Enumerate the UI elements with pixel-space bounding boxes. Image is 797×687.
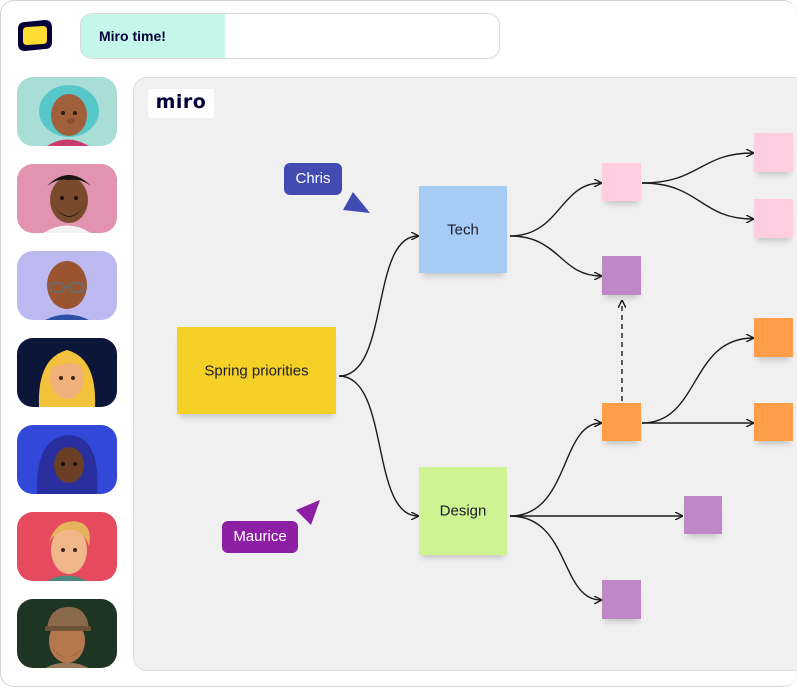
sticky-tech[interactable]: Tech [419,186,507,273]
sticky-note-violet[interactable] [684,496,722,534]
connector-tech-pink [509,183,601,237]
sticky-note-violet[interactable] [602,256,641,295]
sticky-spring-priorities[interactable]: Spring priorities [177,327,336,414]
sticky-label: Tech [447,221,479,238]
sticky-label: Spring priorities [204,362,309,379]
connector-layer [338,0,797,687]
sticky-note-orange[interactable] [602,403,641,441]
sticky-label: Design [439,502,487,520]
connector-pink-2 [641,182,753,219]
connector-pink-1 [641,153,753,184]
cursor-label-chris: Chris [284,163,342,195]
sticky-note-orange[interactable] [754,403,793,441]
cursor-label-maurice: Maurice [222,521,298,553]
sticky-design[interactable]: Design [419,467,507,555]
sticky-note-pink[interactable] [754,133,793,172]
connector-orange-1 [641,338,753,424]
connector-design-orange [509,423,601,517]
connector-design-violet-low [509,515,601,600]
sticky-note-pink[interactable] [754,199,793,238]
connector-central-tech [338,236,418,377]
connector-tech-violet [509,235,601,276]
sticky-note-violet[interactable] [602,580,641,619]
sticky-note-orange[interactable] [754,318,793,357]
sticky-note-pink[interactable] [602,163,641,201]
connector-central-design [338,375,418,516]
